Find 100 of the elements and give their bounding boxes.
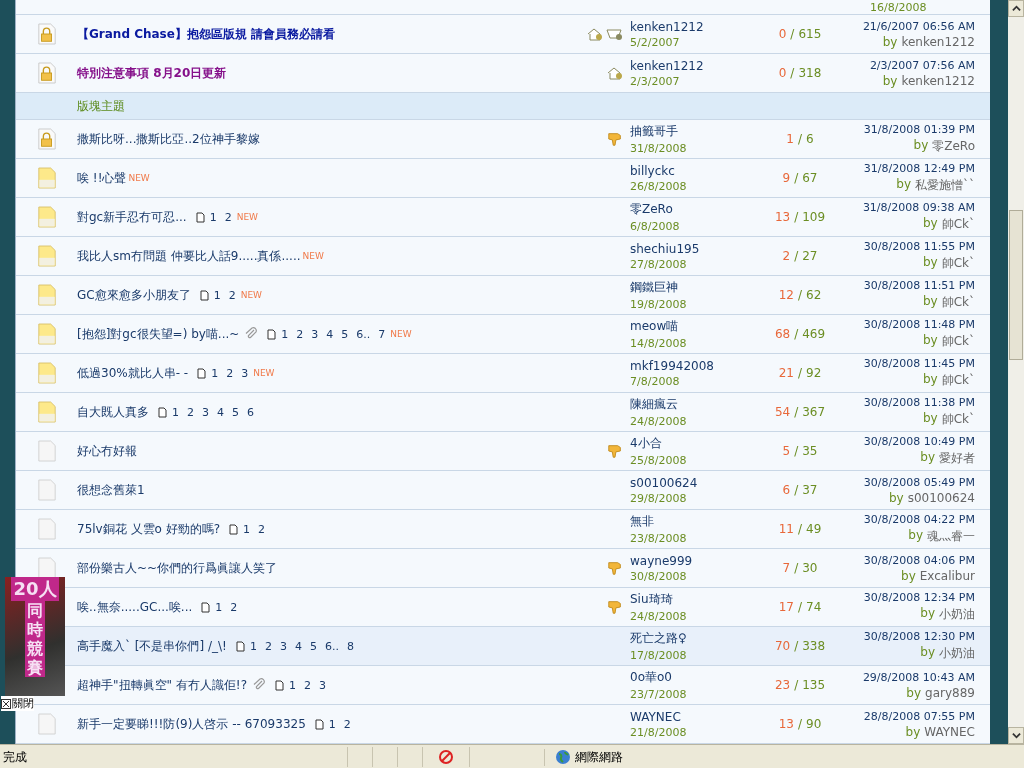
thread-title-link[interactable]: 75lv銅花 乂雲o 好勁的嗎? [77, 520, 221, 538]
page-link[interactable]: 3 [202, 405, 209, 419]
author-link[interactable]: kenken1212 [630, 19, 750, 34]
page-link[interactable]: 1 [281, 327, 289, 341]
last-poster-link[interactable]: kenken1212 [901, 73, 975, 88]
last-poster-link[interactable]: WAYNEC [924, 724, 975, 739]
scroll-down-button[interactable] [1008, 727, 1024, 744]
last-poster-link[interactable]: kenken1212 [901, 34, 975, 49]
thread-title-link[interactable]: 自大既人真多 [77, 403, 149, 421]
page-link[interactable]: 7 [378, 327, 386, 341]
author-link[interactable]: s00100624 [630, 475, 750, 490]
thread-title-link[interactable]: 唉 !!心聲 [77, 169, 127, 187]
thread-title-link[interactable]: 我比人sm冇問題 仲要比人話9.....真係..... [77, 247, 301, 265]
author-link[interactable]: mkf19942008 [630, 358, 750, 373]
page-link[interactable]: 1 [215, 600, 223, 614]
page-link[interactable]: 4 [217, 405, 224, 419]
page-link[interactable]: 4 [326, 327, 334, 341]
author-link[interactable]: 4小合 [630, 435, 750, 452]
thread-title-link[interactable]: 新手一定要睇!!!防(9)人啓示 -- 67093325 [77, 715, 306, 733]
last-poster-link[interactable]: 零ZeRo [932, 138, 975, 155]
author-link[interactable]: Siu琦琦 [630, 591, 750, 608]
page-link[interactable]: 1 [249, 639, 257, 653]
page-link[interactable]: 5 [232, 405, 239, 419]
page-link[interactable]: 4 [294, 639, 302, 653]
thread-title-link[interactable]: 對gc新手忍冇可忍... [77, 208, 187, 226]
author-link[interactable]: 死亡之路♀ [630, 630, 750, 647]
thread-title-link[interactable]: 撒斯比呀...撒斯比亞..2位神手黎嫁 [77, 130, 260, 148]
page-link[interactable]: 2 [228, 288, 236, 302]
page-link[interactable]: 2 [187, 405, 194, 419]
page-link[interactable]: 1 [243, 522, 251, 536]
author-link[interactable]: meow喵 [630, 318, 750, 335]
author-link[interactable]: WAYNEC [630, 709, 750, 724]
page-link[interactable]: 2 [304, 678, 312, 692]
page-link[interactable]: 3 [279, 639, 287, 653]
page-link[interactable]: 1 [172, 405, 179, 419]
last-poster-link[interactable]: 魂灬睿一 [927, 528, 975, 545]
blocked-icon[interactable] [438, 749, 454, 765]
scrollbar-thumb[interactable] [1009, 210, 1023, 360]
page-link[interactable]: 2 [296, 327, 304, 341]
author-link[interactable]: 抽籤哥手 [630, 123, 750, 140]
count-separator: / [790, 66, 795, 80]
author-link[interactable]: 0o華o0 [630, 669, 750, 686]
last-poster-link[interactable]: 帥Ck` [941, 411, 975, 428]
author-link[interactable]: 陳細瘋云 [630, 396, 750, 413]
thread-title-link[interactable]: 部份樂古人~~你們的行爲眞讓人笑了 [77, 559, 278, 577]
page-link[interactable]: 2 [224, 210, 232, 224]
page-link[interactable]: 1 [328, 717, 336, 731]
thread-title-link[interactable]: GC愈來愈多小朋友了 [77, 286, 191, 304]
page-link[interactable]: 6.. [356, 327, 371, 341]
author-link[interactable]: wayne999 [630, 553, 750, 568]
page-link[interactable]: 1 [209, 210, 217, 224]
last-poster-link[interactable]: s00100624 [907, 490, 975, 505]
author-link[interactable]: 零ZeRo [630, 201, 750, 218]
thread-title-link[interactable]: [抱怨]對gc很失望=) by喵...~ [77, 325, 240, 343]
author-link[interactable]: shechiu195 [630, 241, 750, 256]
last-poster-link[interactable]: 帥Ck` [941, 216, 975, 233]
thread-title-link[interactable]: 高手魔入` [不是串你們] /_\! [77, 637, 227, 655]
last-poster-link[interactable]: Excalibur [919, 568, 975, 583]
last-poster-link[interactable]: 小奶油 [939, 606, 975, 623]
page-link[interactable]: 2 [230, 600, 238, 614]
page-link[interactable]: 3 [241, 366, 249, 380]
author-link[interactable]: kenken1212 [630, 58, 750, 73]
author-link[interactable]: 無非 [630, 513, 750, 530]
last-poster-link[interactable]: gary889 [925, 685, 975, 700]
last-poster-link[interactable]: 私愛施憎`` [915, 177, 975, 194]
thread-title-link[interactable]: 【Grand Chase】抱怨區版規 請會員務必請看 [77, 25, 336, 43]
author-link[interactable]: billyckc [630, 163, 750, 178]
last-poster-link[interactable]: 帥Ck` [941, 372, 975, 389]
thread-title-link[interactable]: 超神手"扭轉眞空" 有冇人識佢!? [77, 676, 248, 694]
page-link[interactable]: 3 [311, 327, 319, 341]
page-link[interactable]: 2 [264, 639, 272, 653]
thread-title-link[interactable]: 很想念舊萊1 [77, 481, 145, 499]
page-link[interactable]: 1 [289, 678, 297, 692]
last-poster-link[interactable]: 帥Ck` [941, 294, 975, 311]
page-link[interactable]: 2 [258, 522, 266, 536]
page-link[interactable]: 6.. [324, 639, 339, 653]
thread-title-link[interactable]: 好心冇好報 [77, 442, 137, 460]
page-link[interactable]: 2 [343, 717, 351, 731]
ad-banner[interactable]: 20人 同 時 競 賽 [5, 577, 65, 696]
last-poster-link[interactable]: 小奶油 [939, 645, 975, 662]
last-poster-link[interactable]: 帥Ck` [941, 255, 975, 272]
page-link[interactable]: 1 [213, 288, 221, 302]
page-link[interactable]: 5 [341, 327, 349, 341]
thread-title-link[interactable]: 特別注意事項 8月20日更新 [77, 64, 227, 82]
last-poster-link[interactable]: 愛好者 [939, 450, 975, 467]
page-link[interactable]: 1 [211, 366, 219, 380]
thread-title-link[interactable]: 低過30%就比人串- - [77, 364, 189, 382]
pages-icon [197, 367, 207, 379]
scroll-up-button[interactable] [1008, 0, 1024, 17]
page-link[interactable]: 5 [309, 639, 317, 653]
close-icon[interactable] [1, 698, 11, 709]
page-link[interactable]: 8 [346, 639, 354, 653]
last-poster-link[interactable]: 帥Ck` [941, 333, 975, 350]
scrollbar[interactable] [1008, 0, 1024, 744]
page-link[interactable]: 2 [226, 366, 234, 380]
page-link[interactable]: 6 [247, 405, 254, 419]
page-link[interactable]: 3 [319, 678, 327, 692]
thread-title-link[interactable]: 唉..無奈.....GC...唉... [77, 598, 193, 616]
author-link[interactable]: 鋼鐵巨神 [630, 279, 750, 296]
by-label: by [888, 490, 904, 505]
